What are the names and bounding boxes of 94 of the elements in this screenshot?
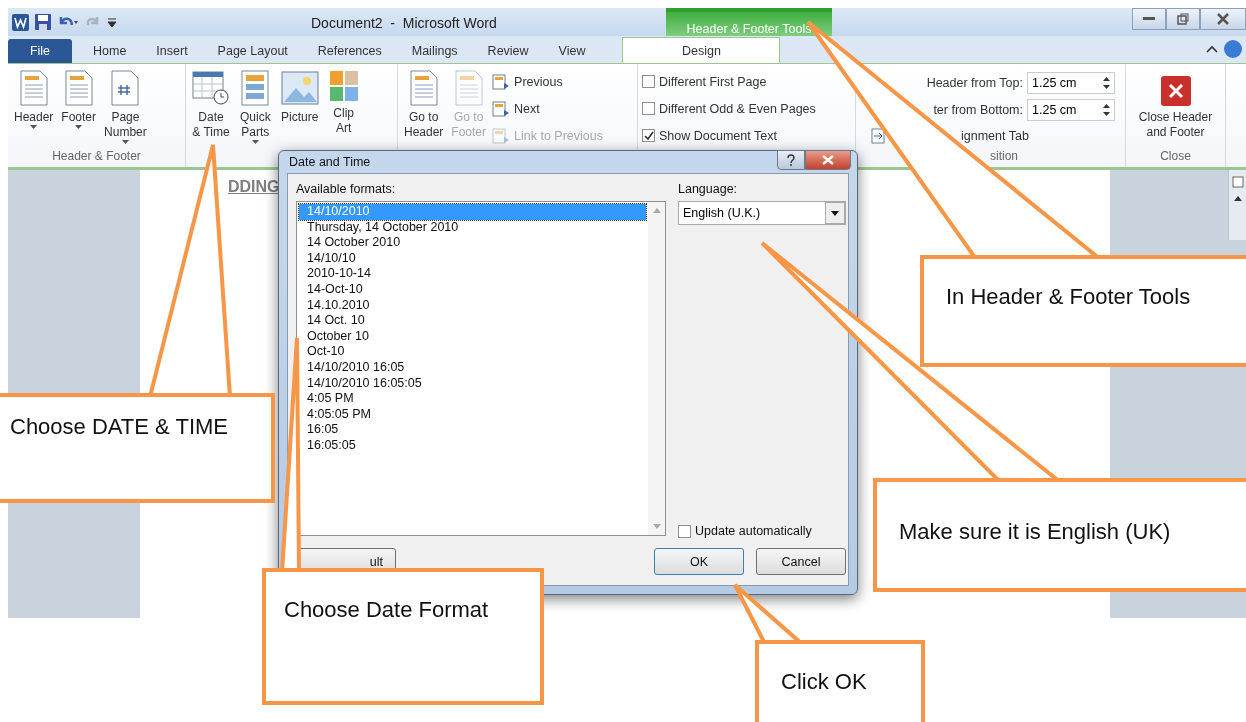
ribbon-button[interactable]: Previous: [492, 70, 603, 93]
list-item[interactable]: 4:05:05 PM: [299, 406, 646, 423]
close-icon: [822, 155, 834, 165]
callout: Choose DATE & TIME: [0, 393, 275, 503]
dialog-title: Date and Time: [289, 155, 371, 169]
scroll-up-icon[interactable]: [1233, 196, 1242, 201]
close-header-button[interactable]: Close Header and Footer: [1136, 68, 1215, 149]
list-item[interactable]: 4:05 PM: [299, 391, 646, 407]
restore-button[interactable]: [1166, 8, 1200, 30]
list-item[interactable]: Oct-10: [299, 344, 646, 360]
ribbon-button[interactable]: ignment Tab: [871, 124, 1115, 147]
ribbon-button[interactable]: Footer: [59, 68, 99, 149]
close-icon: [1160, 76, 1191, 106]
ribbon-tab[interactable]: Review: [472, 39, 544, 63]
formats-label: Available formats:: [296, 182, 397, 196]
ribbon-tab[interactable]: Insert: [141, 39, 203, 63]
cancel-button[interactable]: Cancel: [756, 548, 846, 575]
document-icon: [240, 70, 271, 106]
list-item[interactable]: 14/10/2010 16:05:05: [299, 375, 646, 392]
document-icon: [408, 70, 439, 106]
group-label: Header & Footer: [51, 149, 142, 165]
list-item[interactable]: 14-Oct-10: [299, 281, 646, 298]
ribbon-button[interactable]: Quick Parts: [238, 68, 273, 167]
save-icon[interactable]: [35, 14, 51, 30]
callout: In Header & Footer Tools: [920, 255, 1246, 367]
document-arrow-icon: [492, 100, 511, 117]
spin-arrows-icon[interactable]: [1103, 102, 1110, 117]
option-checkbox[interactable]: Different Odd & Even Pages: [642, 97, 851, 120]
group-label: sition: [989, 149, 1019, 165]
list-item[interactable]: 14.10.2010: [299, 297, 646, 314]
ribbon-button[interactable]: Next: [492, 97, 603, 120]
checkbox[interactable]: [678, 524, 691, 538]
spin-arrows-icon[interactable]: [1103, 75, 1110, 90]
picture-icon: [280, 70, 319, 106]
language-dropdown[interactable]: English (U.K.): [678, 201, 846, 225]
field-label: ter from Bottom:: [932, 102, 1023, 117]
language-label: Language:: [678, 182, 739, 196]
option-checkbox[interactable]: Show Document Text: [642, 124, 851, 147]
document-icon: [18, 70, 49, 106]
checkbox[interactable]: [642, 102, 655, 115]
ribbon-tab[interactable]: View: [543, 39, 601, 63]
spin-field[interactable]: 1.25 cm: [1027, 98, 1115, 121]
list-item[interactable]: 14 October 2010: [299, 235, 646, 251]
ribbon-tab[interactable]: Design: [622, 37, 781, 63]
callout: Make sure it is English (UK): [873, 478, 1246, 592]
caret-icon: [75, 125, 83, 129]
group-label: Close: [1159, 149, 1192, 165]
calendar-icon: [192, 70, 230, 106]
minimize-button[interactable]: [1132, 8, 1166, 30]
list-item[interactable]: October 10: [299, 328, 646, 345]
close-button[interactable]: [1200, 8, 1246, 30]
close-button[interactable]: [805, 150, 851, 170]
ribbon-tab[interactable]: Mailings: [396, 39, 473, 63]
clip-art-icon: [328, 70, 359, 102]
checkbox[interactable]: [642, 129, 655, 142]
document-arrow-icon: [492, 73, 511, 90]
word-logo-icon: [12, 13, 29, 31]
ribbon-tab[interactable]: Home: [78, 39, 142, 63]
list-item[interactable]: 14/10/2010 16:05: [299, 359, 646, 376]
spin-field[interactable]: 1.25 cm: [1027, 71, 1115, 94]
ribbon-button[interactable]: Page Number: [102, 68, 149, 149]
header-text: DDING: [228, 178, 280, 195]
document-icon: [453, 70, 484, 106]
list-item[interactable]: Thursday, 14 October 2010: [299, 219, 646, 236]
help-button[interactable]: [777, 150, 805, 170]
caret-icon: [121, 140, 129, 144]
customize-caret-icon[interactable]: [107, 15, 117, 29]
window-title: Document2 - Microsoft Word: [311, 15, 497, 31]
scrollbar[interactable]: [1228, 170, 1246, 240]
document-icon: [63, 70, 94, 106]
ribbon-button[interactable]: Header: [12, 68, 56, 149]
list-item[interactable]: 2010-10-14: [299, 266, 646, 282]
ok-button[interactable]: OK: [654, 548, 744, 575]
tab-icon: [871, 127, 887, 144]
checkbox[interactable]: [642, 75, 655, 88]
minimize-icon: [1143, 17, 1155, 21]
callout: Choose Date Format: [262, 568, 544, 705]
list-item[interactable]: 16:05: [299, 422, 646, 438]
caret-icon: [30, 125, 38, 129]
restore-icon: [1177, 13, 1189, 25]
update-checkbox[interactable]: Update automatically: [678, 524, 846, 538]
field-label: Header from Top:: [925, 75, 1023, 90]
collapse-ribbon-icon[interactable]: [1206, 45, 1218, 53]
document-icon: [110, 70, 141, 106]
list-item[interactable]: 14 Oct. 10: [299, 313, 646, 329]
caret-icon: [251, 140, 259, 144]
close-icon: [1217, 13, 1229, 25]
document-arrow-icon: [492, 127, 511, 144]
ribbon-tab[interactable]: References: [302, 39, 397, 63]
question-mark-icon: [787, 154, 795, 166]
ribbon-tab[interactable]: Page Layout: [202, 39, 303, 63]
list-item[interactable]: 16:05:05: [299, 437, 646, 454]
ribbon-tab[interactable]: File: [8, 39, 72, 63]
list-item[interactable]: 14/10/10: [299, 250, 646, 267]
